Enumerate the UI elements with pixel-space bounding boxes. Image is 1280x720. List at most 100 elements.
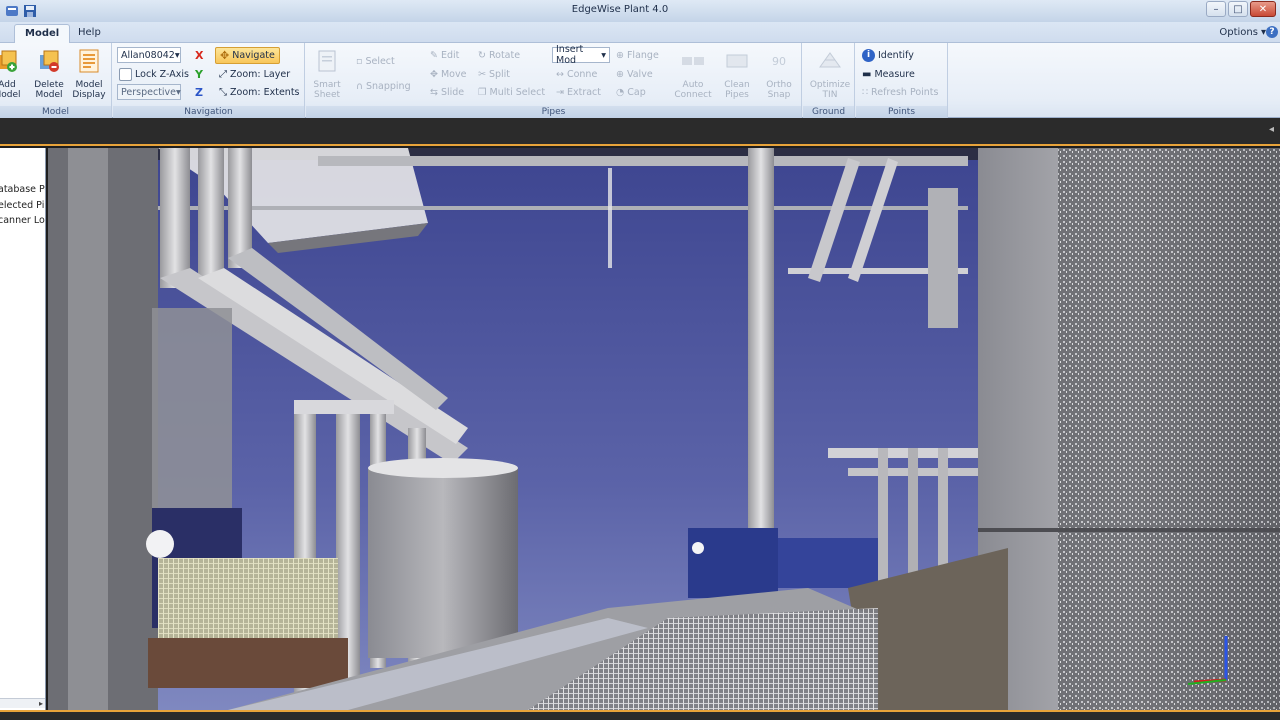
- window-title: EdgeWise Plant 4.0: [571, 4, 669, 15]
- model-display-button[interactable]: Model Display: [70, 47, 108, 100]
- tab-help[interactable]: Help: [68, 24, 111, 43]
- cap-icon: ◔: [616, 87, 625, 98]
- refresh-points-label: Refresh Points: [871, 87, 939, 98]
- navigate-button[interactable]: ✥ Navigate: [215, 47, 280, 64]
- tab-model[interactable]: Model: [14, 24, 71, 43]
- panel-item-selected-pipes[interactable]: elected Pip: [0, 200, 45, 215]
- edit-button[interactable]: ✎ Edit: [430, 47, 459, 64]
- svg-text:90: 90: [772, 55, 786, 68]
- delete-model-icon: [40, 50, 59, 72]
- select-button[interactable]: ▫ Select: [356, 53, 395, 70]
- zoom-layer-label: Zoom: Layer: [230, 69, 291, 80]
- measure-button[interactable]: ▬ Measure: [862, 66, 915, 83]
- identify-label: Identify: [878, 50, 914, 61]
- move-icon: ✥: [430, 69, 438, 80]
- navigate-label: Navigate: [232, 50, 275, 61]
- maximize-button[interactable]: □: [1228, 1, 1248, 17]
- rotate-button[interactable]: ↻ Rotate: [478, 47, 520, 64]
- add-model-button[interactable]: Add Model: [0, 47, 26, 100]
- ground-group-label: Ground: [803, 106, 854, 118]
- collapse-arrow-icon[interactable]: ◂: [1269, 124, 1274, 135]
- options-label: Options: [1219, 27, 1258, 38]
- select-icon: ▫: [356, 56, 363, 67]
- scan-select-dropdown[interactable]: Allan08042 ▾: [117, 47, 181, 63]
- multi-select-button[interactable]: ❐ Multi Select: [478, 84, 545, 101]
- y-axis-button[interactable]: Y: [195, 66, 203, 83]
- cap-button[interactable]: ◔ Cap: [616, 84, 646, 101]
- connect-button[interactable]: ↔ Conne: [556, 66, 597, 83]
- connect-icon: ↔: [556, 69, 564, 80]
- pipes-group-label: Pipes: [306, 106, 801, 118]
- x-axis-label: X: [195, 49, 204, 62]
- snapping-button[interactable]: ∩ Snapping: [356, 78, 411, 95]
- points-group: i Identify ▬ Measure ∷ Refresh Points Po…: [856, 43, 948, 118]
- auto-connect-label-2: Connect: [674, 90, 712, 100]
- optimize-tin-icon: [819, 52, 841, 68]
- lock-z-axis-label: Lock Z-Axis: [135, 69, 189, 80]
- extract-button[interactable]: ⇥ Extract: [556, 84, 601, 101]
- move-button[interactable]: ✥ Move: [430, 66, 466, 83]
- flange-icon: ⊕: [616, 50, 624, 61]
- ribbon: Add Model Delete Model Model Display Mod…: [0, 43, 1280, 118]
- add-model-label-1: Add: [0, 80, 16, 90]
- slide-button[interactable]: ⇆ Slide: [430, 84, 464, 101]
- clean-pipes-label-2: Pipes: [725, 90, 749, 100]
- move-label: Move: [440, 69, 467, 80]
- slide-icon: ⇆: [430, 87, 438, 98]
- point-cloud-viewport[interactable]: [48, 148, 1280, 710]
- zoom-layer-button[interactable]: ⤢ Zoom: Layer: [219, 66, 290, 83]
- refresh-icon: ∷: [862, 87, 869, 98]
- model-display-label-1: Model: [75, 80, 103, 90]
- multi-select-label: Multi Select: [489, 87, 546, 98]
- extract-icon: ⇥: [556, 87, 564, 98]
- select-label: Select: [365, 56, 395, 67]
- flange-label: Flange: [626, 50, 659, 61]
- smart-sheet-button[interactable]: Smart Sheet: [308, 47, 346, 100]
- optimize-tin-button[interactable]: Optimize TIN: [809, 47, 851, 100]
- valve-button[interactable]: ⊕ Valve: [616, 66, 653, 83]
- magnet-icon: ∩: [356, 81, 363, 92]
- horizontal-scrollbar[interactable]: ▸: [0, 698, 45, 708]
- z-axis-button[interactable]: Z: [195, 84, 203, 101]
- snapping-label: Snapping: [365, 81, 411, 92]
- insert-mode-dropdown[interactable]: Insert Mod ▾: [552, 44, 610, 66]
- options-menu[interactable]: Options ▾: [1219, 27, 1266, 38]
- ruler-icon: ▬: [862, 69, 872, 80]
- auto-connect-label-1: Auto: [682, 80, 704, 90]
- model-display-icon: [79, 49, 99, 73]
- model-group: Add Model Delete Model Model Display Mod…: [0, 43, 112, 118]
- ortho-snap-button[interactable]: 90 Ortho Snap: [760, 47, 798, 100]
- clean-pipes-label-1: Clean: [724, 80, 750, 90]
- split-button[interactable]: ✂ Split: [478, 66, 510, 83]
- scroll-right-icon[interactable]: ▸: [39, 699, 43, 708]
- navigation-group-label: Navigation: [113, 106, 304, 118]
- auto-connect-button[interactable]: Auto Connect: [674, 47, 712, 100]
- zoom-extents-icon: ⤡: [219, 87, 227, 98]
- insert-mode-value: Insert Mod: [556, 44, 584, 66]
- flange-button[interactable]: ⊕ Flange: [616, 47, 659, 64]
- ortho-snap-label-2: Snap: [767, 90, 791, 100]
- split-label: Split: [488, 69, 511, 80]
- help-icon[interactable]: ?: [1266, 26, 1278, 38]
- panel-item-database[interactable]: atabase Po: [0, 184, 45, 199]
- title-bar: EdgeWise Plant 4.0 – □ ✕: [0, 0, 1280, 22]
- delete-model-label-1: Delete: [34, 80, 64, 90]
- clean-pipes-button[interactable]: Clean Pipes: [718, 47, 756, 100]
- zoom-extents-button[interactable]: ⤡ Zoom: Extents: [219, 84, 300, 101]
- close-button[interactable]: ✕: [1250, 1, 1276, 17]
- panel-item-scanner-locations[interactable]: canner Loc: [0, 215, 45, 230]
- x-axis-button[interactable]: X: [195, 47, 203, 64]
- refresh-points-button[interactable]: ∷ Refresh Points: [862, 84, 938, 101]
- chevron-down-icon: ▾: [176, 86, 181, 98]
- status-bar: [0, 710, 1280, 720]
- pipes-group: Smart Sheet ▫ Select ∩ Snapping ✎ Edit ✥…: [306, 43, 802, 118]
- projection-dropdown[interactable]: Perspective ▾: [117, 84, 181, 100]
- left-panel: atabase Po elected Pip canner Loc ▸: [0, 148, 46, 710]
- lock-z-axis-checkbox[interactable]: Lock Z-Axis: [119, 66, 189, 83]
- info-icon: i: [862, 49, 875, 62]
- identify-button[interactable]: i Identify: [862, 47, 914, 64]
- app-window: EdgeWise Plant 4.0 – □ ✕ Model Help Opti…: [0, 0, 1280, 720]
- projection-value: Perspective: [121, 86, 177, 98]
- delete-model-button[interactable]: Delete Model: [30, 47, 68, 100]
- minimize-button[interactable]: –: [1206, 1, 1226, 17]
